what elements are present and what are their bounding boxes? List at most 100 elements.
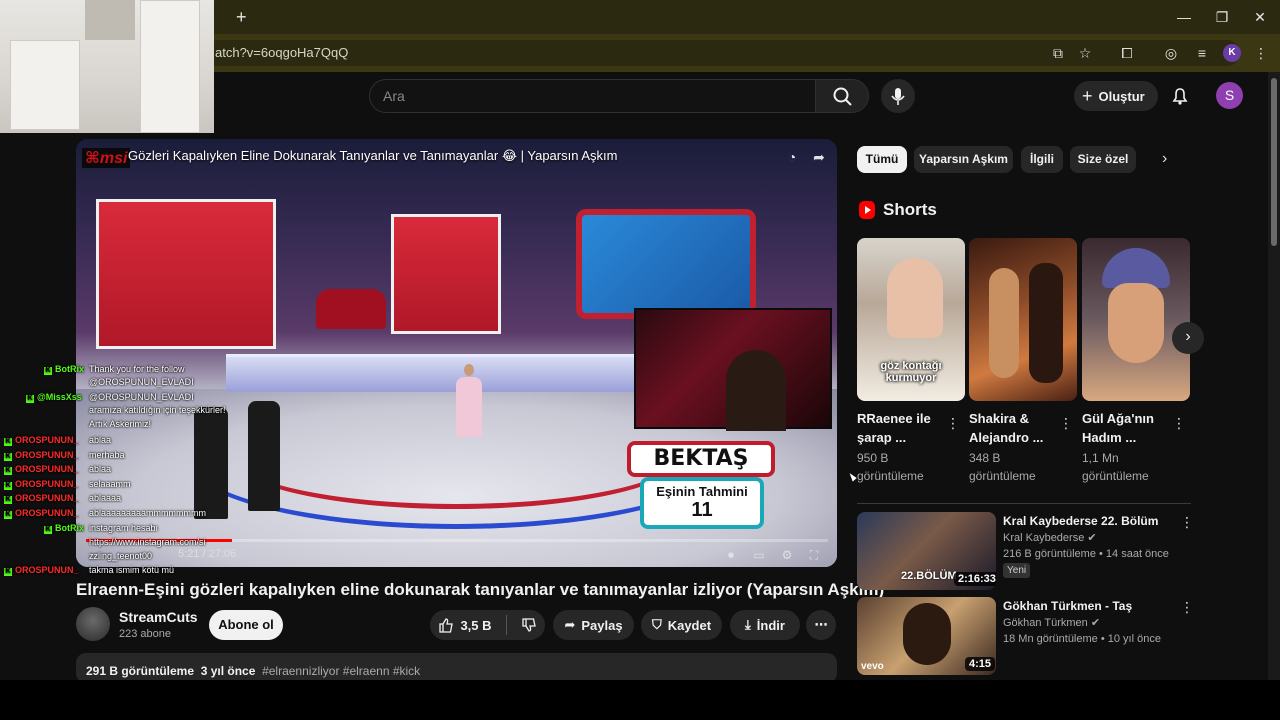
recommendation-more-icon[interactable]: ⋮ [1180, 514, 1194, 531]
settings-gear-icon[interactable]: ⚙ [778, 546, 796, 564]
short-title[interactable]: Shakira & Alejandro ... [969, 409, 1059, 447]
chat-message: Artık Askerimiz! [89, 419, 152, 429]
short-more-icon[interactable]: ⋮ [946, 415, 960, 432]
maximize-button[interactable]: ❐ [1212, 8, 1232, 26]
autoplay-toggle-icon[interactable]: ⏺ [722, 546, 740, 564]
short-face [887, 258, 943, 338]
short-more-icon[interactable]: ⋮ [1172, 415, 1186, 432]
download-button[interactable]: ⤓ İndir [730, 610, 800, 640]
share-arrow-icon[interactable]: ➦ [810, 148, 828, 166]
view-count: 291 B görüntüleme [86, 664, 195, 678]
recommendation-title[interactable]: Gökhan Türkmen - Taş [1003, 599, 1132, 613]
account-avatar[interactable]: S [1216, 82, 1243, 109]
stage-screen [576, 209, 756, 319]
microphone-icon [891, 88, 905, 105]
short-thumbnail[interactable] [969, 238, 1077, 401]
kick-badge-icon: K [4, 438, 12, 446]
chat-username: K @MissXss [26, 392, 82, 403]
kick-badge-icon: K [44, 367, 52, 375]
streamer-camera-inset [634, 308, 832, 431]
video-duration: 2:16:33 [954, 572, 996, 586]
channel-label: Kral Kaybederse [1003, 532, 1085, 544]
channel-avatar[interactable] [76, 607, 110, 641]
thumb-figure [903, 603, 951, 665]
short-title[interactable]: RRaenee ile şarap ... [857, 409, 947, 447]
video-title: Elraenn-Eşini gözleri kapalıyken eline d… [76, 580, 885, 599]
scrollbar-thumb[interactable] [1271, 78, 1277, 246]
more-actions-button[interactable]: ⋯ [806, 610, 836, 640]
msi-logo-text: msi [99, 150, 128, 167]
search-input[interactable] [369, 79, 816, 113]
chevron-right-icon[interactable]: › [1162, 150, 1180, 170]
like-button[interactable]: 3,5 B [438, 617, 492, 633]
bell-icon [1172, 88, 1188, 105]
browser-profile-avatar[interactable]: K [1223, 44, 1241, 62]
minimize-button[interactable]: — [1174, 8, 1194, 26]
verified-icon: ✔ [1087, 532, 1097, 544]
save-label: Kaydet [667, 617, 712, 633]
chat-message: @OROSPUNUN_EVLADI [89, 392, 194, 402]
bookmark-star-icon[interactable]: ☆ [1076, 44, 1094, 62]
new-tab-button[interactable]: + [236, 7, 252, 27]
short-figure [1029, 263, 1063, 383]
short-title[interactable]: Gül Ağa'nın Hadım ... [1082, 409, 1172, 447]
install-app-icon[interactable]: ⧉ [1049, 44, 1067, 62]
thumbs-up-icon [439, 618, 454, 633]
chat-username: K OROSPUNUN_ [4, 450, 79, 461]
chat-message: merhaba [89, 450, 125, 460]
download-icon: ⤓ [745, 617, 751, 632]
chip-for-you[interactable]: Size özel [1070, 146, 1136, 173]
notifications-button[interactable] [1170, 86, 1190, 106]
save-button[interactable]: ⛉ Kaydet [641, 610, 722, 640]
kick-badge-icon: K [4, 496, 12, 504]
section-divider [857, 503, 1191, 504]
recommendation-more-icon[interactable]: ⋮ [1180, 599, 1194, 616]
short-more-icon[interactable]: ⋮ [1059, 415, 1073, 432]
like-count: 3,5 B [460, 617, 492, 633]
chip-yaparsin-askim[interactable]: Yaparsın Aşkım [914, 146, 1013, 173]
hashtags[interactable]: #elraennizliyor #elraenn #kick [262, 664, 420, 678]
url-text[interactable]: atch?v=6oqgoHa7QqQ [215, 45, 348, 60]
chat-username: K BotRix [44, 364, 84, 375]
extensions-icon[interactable]: ⧠ [1118, 44, 1136, 62]
short-thumbnail[interactable] [1082, 238, 1190, 401]
chat-username: K OROSPUNUN_ [4, 479, 79, 490]
browser-menu-icon[interactable]: ⋮ [1252, 44, 1270, 62]
chat-message: ablaaaaaaaaammmmmmmm [89, 508, 207, 518]
chip-related[interactable]: İlgili [1021, 146, 1063, 173]
short-caption: göz kontağı kurmuyor [880, 360, 942, 384]
channel-name[interactable]: StreamCuts [119, 609, 198, 625]
short-thumbnail[interactable]: göz kontağı kurmuyor [857, 238, 965, 401]
reading-list-icon[interactable]: ≡ [1193, 44, 1211, 62]
cabinet-shape [140, 0, 200, 133]
guess-label: Eşinin Tahmini [656, 484, 748, 499]
subtitles-icon[interactable]: ▭ [750, 546, 768, 564]
subscribe-button[interactable]: Abone ol [209, 610, 283, 640]
close-window-button[interactable]: ✕ [1250, 8, 1270, 26]
search-button[interactable] [815, 79, 869, 113]
recommendation-thumbnail[interactable]: vevo 4:15 [857, 597, 996, 675]
streamer-figure [726, 350, 786, 431]
stage-car [316, 289, 386, 329]
chat-message: aramıza katıldığın için teşekkürler! [89, 405, 226, 415]
chat-message: https://www.instagram.com/si [89, 537, 206, 547]
create-button[interactable]: + Oluştur [1074, 81, 1158, 111]
short-face [1108, 283, 1164, 363]
chat-message: ablaa [89, 435, 112, 445]
contestant-figure [194, 407, 228, 519]
share-button[interactable]: ➦ Paylaş [553, 610, 634, 640]
recommendation-channel[interactable]: Kral Kaybederse ✔ [1003, 531, 1097, 544]
new-badge: Yeni [1003, 563, 1031, 578]
chat-username: K OROSPUNUN_ [4, 508, 79, 519]
fullscreen-icon[interactable]: ⛶ [805, 546, 823, 564]
voice-search-button[interactable] [881, 79, 915, 113]
guess-value: 11 [691, 499, 713, 521]
recommendation-title[interactable]: Kral Kaybederse 22. Bölüm [1003, 514, 1158, 528]
media-icon[interactable]: ◎ [1162, 44, 1180, 62]
recommendation-channel[interactable]: Gökhan Türkmen ✔ [1003, 616, 1100, 629]
chip-all[interactable]: Tümü [857, 146, 907, 173]
shorts-next-button[interactable]: › [1172, 322, 1204, 354]
recommendation-thumbnail[interactable]: 22.BÖLÜM 2:16:33 [857, 512, 996, 590]
thumbs-down-icon[interactable] [521, 617, 537, 633]
watch-later-icon[interactable]: ◔ [783, 148, 801, 166]
